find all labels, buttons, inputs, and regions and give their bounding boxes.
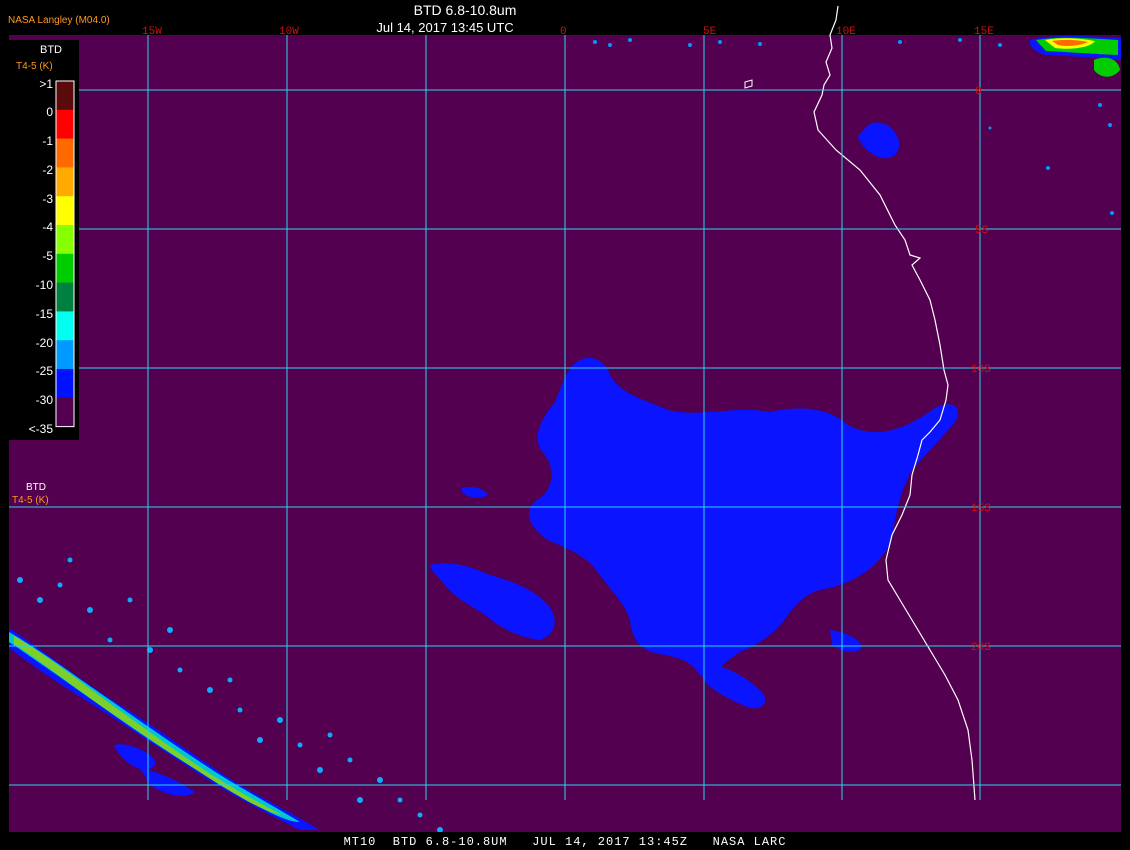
legend-swatch (56, 253, 74, 284)
legend-label: >1 (39, 77, 53, 91)
product-title: BTD 6.8-10.8um (413, 2, 517, 18)
legend-label: -25 (35, 364, 53, 378)
lat-label-15s: 15S (971, 503, 991, 515)
legend-swatch (56, 397, 74, 428)
legend-label: -4 (42, 220, 53, 234)
legend-swatch (56, 225, 74, 255)
legend-swatch (56, 109, 74, 140)
legend-label: -3 (42, 192, 53, 206)
legend-repeat-subtitle: T4-5 (K) (12, 495, 49, 506)
legend-swatch (56, 369, 74, 399)
satellite-map: 15W 10W 0 5E 10E 15E 0 5S 10S 15S 20S (9, 5, 1121, 835)
legend-swatch (56, 138, 74, 168)
legend-label: <-35 (28, 422, 53, 436)
legend-label: -5 (42, 249, 53, 263)
legend-swatch (56, 196, 74, 226)
legend-label: -2 (42, 163, 53, 177)
legend-label: -30 (35, 393, 53, 407)
lat-label-10s: 10S (971, 364, 991, 376)
legend-label: 0 (46, 105, 53, 119)
footer-bar: MT10 BTD 6.8-10.8UM JUL 14, 2017 13:45Z … (0, 832, 1130, 850)
legend-label: -20 (35, 336, 53, 350)
lat-label-5s: 5S (975, 225, 989, 237)
legend-swatch (56, 167, 74, 197)
legend-label: -10 (35, 278, 53, 292)
legend-label: -1 (42, 134, 53, 148)
legend-color-bar (55, 80, 75, 428)
legend-repeat-title: BTD (26, 482, 46, 493)
legend-swatch (56, 340, 74, 370)
lon-label-15e: 15E (974, 26, 994, 38)
legend-swatch (56, 282, 74, 312)
legend-swatch (56, 311, 74, 341)
color-legend: BTD T4-5 (K) >1 0 -1 -2 -3 -4 -5 -10 -15… (7, 40, 79, 440)
observation-datetime: Jul 14, 2017 13:45 UTC (376, 20, 514, 35)
legend-swatch (56, 81, 74, 111)
legend-label: -15 (35, 307, 53, 321)
lat-label-0: 0 (975, 86, 982, 98)
lat-label-20s: 20S (971, 642, 991, 654)
footer-caption: MT10 BTD 6.8-10.8UM JUL 14, 2017 13:45Z … (343, 835, 787, 849)
